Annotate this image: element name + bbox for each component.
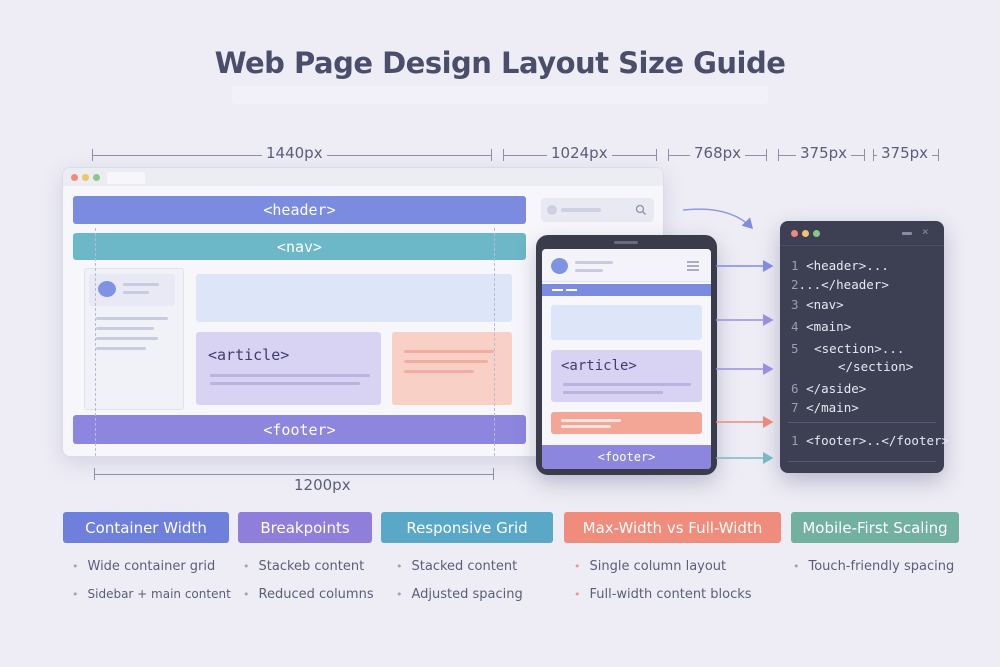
bullet-item: Adjusted spacing <box>396 587 523 602</box>
bullet-item: Sidebar + main content <box>72 587 231 601</box>
bullet-item: Stacked content <box>396 559 518 574</box>
category-mobile-first: Mobile-First Scaling <box>791 512 959 543</box>
bullet-item: Touch-friendly spacing <box>793 559 955 574</box>
bullet-item: Wide container grid <box>72 559 216 574</box>
category-breakpoints: Breakpoints <box>238 512 372 543</box>
category-container-width: Container Width <box>63 512 229 543</box>
bullet-item: Full-width content blocks <box>574 587 752 602</box>
bullet-item: Reduced columns <box>243 587 374 602</box>
category-responsive-grid: Responsive Grid <box>381 512 553 543</box>
bullet-item: Single column layout <box>574 559 727 574</box>
arrow-curve <box>682 208 754 230</box>
category-max-vs-full-width: Max-Width vs Full-Width <box>564 512 781 543</box>
bullet-item: Stackeb content <box>243 559 365 574</box>
